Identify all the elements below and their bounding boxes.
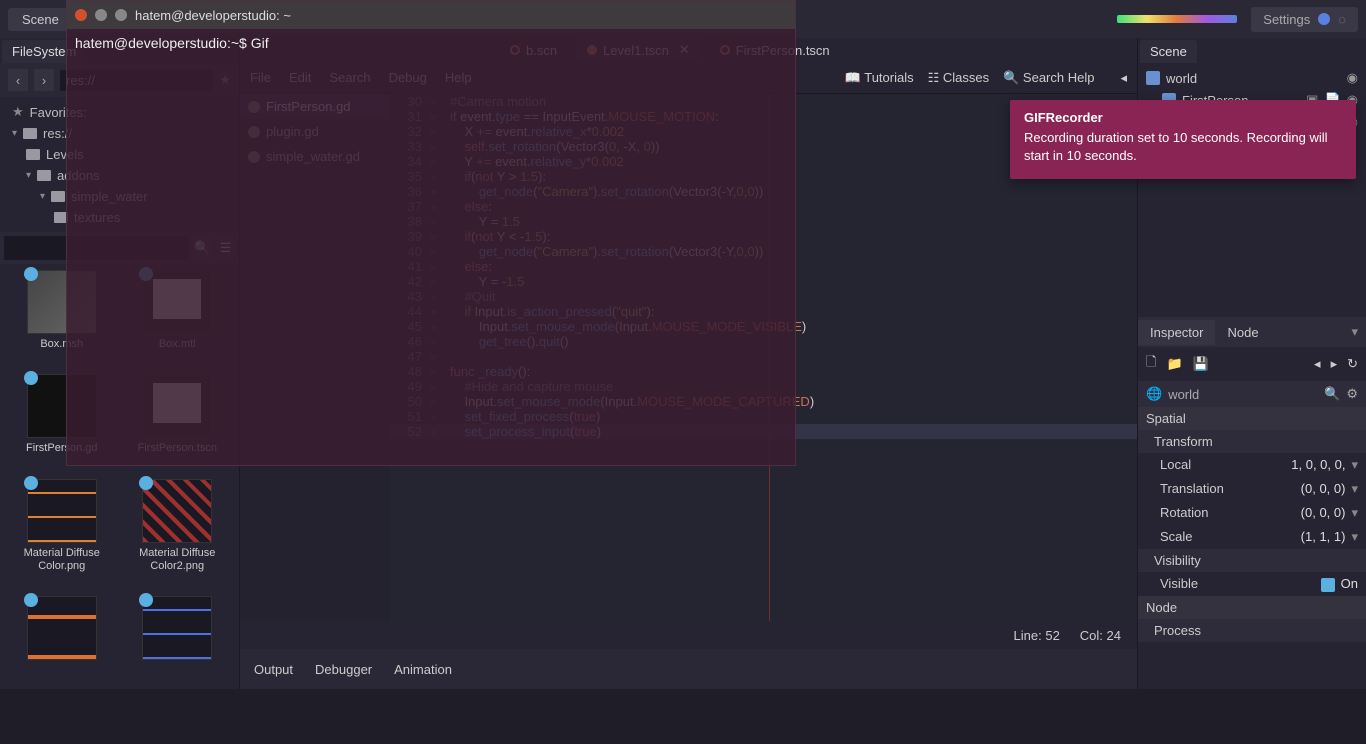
inspector-tab[interactable]: Inspector [1138,320,1215,345]
terminal-window[interactable]: hatem@developerstudio: ~ hatem@developer… [66,0,796,466]
bottom-tab-output[interactable]: Output [254,662,293,677]
folder-icon [51,191,65,202]
notification-body: Recording duration set to 10 seconds. Re… [1024,129,1342,165]
inspector-subsection[interactable]: Visibility [1138,549,1366,572]
scene-mode-button[interactable]: Scene [8,8,73,31]
settings-button[interactable]: Settings ◌ [1251,7,1358,32]
checkbox-icon[interactable] [1321,578,1335,592]
menu-classes[interactable]: ☷ Classes [928,70,990,86]
history-icon[interactable]: ↻ [1347,356,1358,372]
inspector-subsection[interactable]: Process [1138,619,1366,642]
node-icon [1146,71,1160,85]
globe-icon: 🌐 [1146,386,1162,402]
asset-badge-icon [139,593,153,607]
asset-item[interactable]: Material Diffuse Color2.png [122,479,234,592]
minimize-icon[interactable] [95,9,107,21]
status-col: Col: 24 [1080,628,1121,643]
history-next-icon[interactable]: ▸ [1331,356,1338,372]
asset-badge-icon [24,267,38,281]
inspector-section[interactable]: Node [1138,596,1366,619]
gear-icon[interactable]: ⚙ [1346,386,1358,402]
editor-statusbar: Line: 52 Col: 24 [240,621,1137,649]
asset-badge-icon [24,593,38,607]
terminal-prompt: hatem@developerstudio:~$ Gif [75,35,787,51]
asset-badge-icon [24,371,38,385]
folder-icon [37,170,51,181]
status-line: Line: 52 [1014,628,1060,643]
maximize-icon[interactable] [115,9,127,21]
inspector-property[interactable]: Translation(0, 0, 0)▾ [1138,477,1366,501]
nav-prev-icon[interactable]: ◂ [1120,70,1127,86]
panel-menu-icon[interactable]: ▾ [1351,324,1366,340]
star-icon: ★ [12,104,24,120]
inspector-subsection[interactable]: Transform [1138,430,1366,453]
history-prev-icon[interactable]: ◂ [1314,356,1321,372]
asset-badge-icon [139,476,153,490]
new-resource-icon[interactable]: 🗋 [1146,353,1156,375]
inspector-property[interactable]: Rotation(0, 0, 0)▾ [1138,501,1366,525]
open-resource-icon[interactable]: 📁 [1166,356,1182,372]
nav-back-button[interactable]: ‹ [8,69,28,91]
inspector-property[interactable]: Scale(1, 1, 1)▾ [1138,525,1366,549]
scene-node[interactable]: world◉ [1142,67,1362,89]
nav-forward-button[interactable]: › [34,69,54,91]
settings-dot-icon [1318,13,1330,25]
terminal-titlebar[interactable]: hatem@developerstudio: ~ [67,1,795,29]
inspector-property[interactable]: Local1, 0, 0, 0,▾ [1138,453,1366,477]
inspector-tabs: Inspector Node ▾ [1138,317,1366,347]
playback-indicator [1117,15,1237,23]
notification-title: GIFRecorder [1024,110,1342,125]
menu-tutorials[interactable]: 📖 Tutorials [845,70,914,86]
close-icon[interactable] [75,9,87,21]
folder-icon [26,149,40,160]
terminal-title: hatem@developerstudio: ~ [135,8,291,23]
search-icon[interactable]: 🔍 [1324,386,1340,402]
notification-toast[interactable]: GIFRecorder Recording duration set to 10… [1010,100,1356,179]
inspector-section[interactable]: Spatial [1138,407,1366,430]
inspector-property[interactable]: VisibleOn [1138,572,1366,596]
bottom-dock: Output Debugger Animation [240,649,1137,689]
asset-badge-icon [24,476,38,490]
bottom-tab-animation[interactable]: Animation [394,662,452,677]
scene-panel-tab[interactable]: Scene [1140,40,1197,63]
menu-search-help[interactable]: 🔍 Search Help [1003,70,1094,86]
asset-item[interactable] [6,596,118,683]
bottom-tab-debugger[interactable]: Debugger [315,662,372,677]
asset-item[interactable] [122,596,234,683]
loading-icon: ◌ [1338,12,1346,27]
inspector-object-row[interactable]: 🌐 world 🔍 ⚙ [1138,381,1366,407]
visibility-icon[interactable]: ◉ [1347,70,1358,86]
folder-icon [23,128,37,139]
asset-item[interactable]: Material Diffuse Color.png [6,479,118,592]
node-tab[interactable]: Node [1215,320,1270,345]
save-resource-icon[interactable]: 💾 [1193,356,1209,372]
inspector-panel: 🗋 📁 💾 ◂ ▸ ↻ 🌐 world 🔍 ⚙ SpatialTransform… [1138,347,1366,689]
